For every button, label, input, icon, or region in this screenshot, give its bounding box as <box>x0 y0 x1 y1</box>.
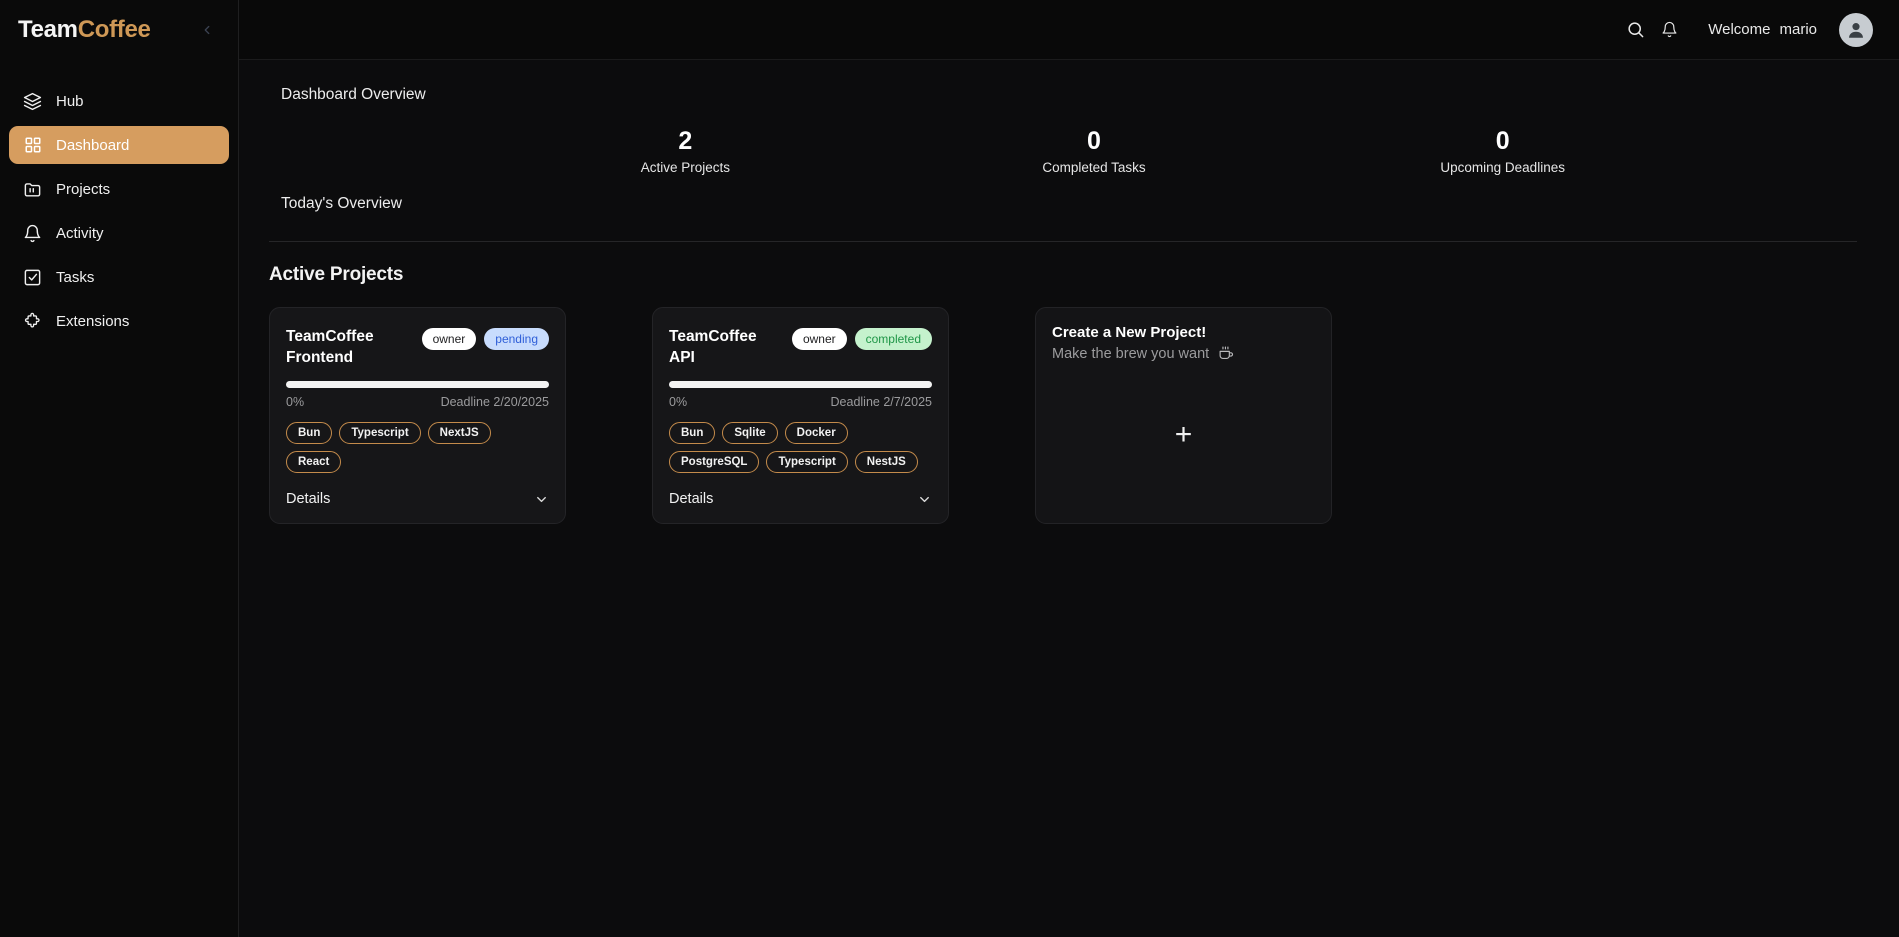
role-badge: owner <box>421 328 477 350</box>
todays-overview-title: Today's Overview <box>281 195 402 212</box>
stat-value: 0 <box>1495 127 1510 155</box>
project-badges: owner pending <box>421 326 549 350</box>
plus-icon: + <box>1174 417 1193 451</box>
bell-icon <box>23 224 42 243</box>
project-cards-container: TeamCoffee Frontend owner pending 0% Dea… <box>269 307 1869 524</box>
progress-bar <box>286 381 549 388</box>
deadline-label: Deadline 2/7/2025 <box>830 395 932 409</box>
sidebar-item-hub[interactable]: Hub <box>9 82 229 120</box>
stat-value: 2 <box>678 127 693 155</box>
stats-row: 2 Active Projects 0 Completed Tasks 0 Up… <box>281 126 1857 175</box>
tech-tag[interactable]: Bun <box>669 422 716 444</box>
progress-percent: 0% <box>669 395 688 409</box>
tech-tags: Bun Typescript NextJS React <box>286 422 549 473</box>
role-badge: owner <box>791 328 847 350</box>
status-badge: pending <box>484 328 549 350</box>
sidebar-item-tasks[interactable]: Tasks <box>9 258 229 296</box>
dashboard-content: Dashboard Overview 2 Active Projects 0 C… <box>239 60 1899 937</box>
sidebar-header: TeamCoffee <box>0 0 238 60</box>
tech-tag[interactable]: Bun <box>286 422 333 444</box>
active-projects-section: Active Projects TeamCoffee Frontend owne… <box>239 242 1899 524</box>
app-root: TeamCoffee Hub Dashboard Projects Activi… <box>0 0 1899 937</box>
add-project-button[interactable]: + <box>1052 362 1315 507</box>
project-card-header: TeamCoffee API owner completed <box>669 326 932 368</box>
overview-block: Dashboard Overview 2 Active Projects 0 C… <box>239 60 1899 213</box>
sidebar-item-label: Activity <box>56 224 104 242</box>
sidebar-item-projects[interactable]: Projects <box>9 170 229 208</box>
chevron-left-icon[interactable] <box>194 17 220 43</box>
create-project-subtitle: Make the brew you want <box>1052 345 1210 362</box>
tech-tag[interactable]: Docker <box>784 422 848 444</box>
chevron-down-icon[interactable] <box>917 492 932 507</box>
details-label: Details <box>286 491 331 507</box>
notification-bell-icon[interactable] <box>1652 13 1686 47</box>
project-title: TeamCoffee Frontend <box>286 328 374 366</box>
grid-icon <box>23 136 42 155</box>
section-title: Active Projects <box>269 264 404 285</box>
details-toggle[interactable]: Details <box>669 491 932 507</box>
status-badge: completed <box>854 328 932 350</box>
sidebar-nav: Hub Dashboard Projects Activity Tasks Ex… <box>0 82 238 340</box>
welcome-label: Welcome <box>1708 21 1771 38</box>
stat-value: 0 <box>1087 127 1101 155</box>
create-project-subtitle-row: Make the brew you want <box>1052 345 1315 362</box>
folder-icon <box>23 180 42 199</box>
create-project-title: Create a New Project! <box>1052 324 1207 341</box>
search-icon[interactable] <box>1618 13 1652 47</box>
sidebar-item-activity[interactable]: Activity <box>9 214 229 252</box>
create-new-project-card[interactable]: Create a New Project! Make the brew you … <box>1035 307 1332 524</box>
progress-info: 0% Deadline 2/7/2025 <box>669 395 932 409</box>
coffee-cup-icon <box>1218 345 1235 362</box>
project-badges: owner completed <box>791 326 932 350</box>
sidebar-item-label: Dashboard <box>56 136 130 154</box>
tech-tag[interactable]: PostgreSQL <box>669 451 760 473</box>
main-area: Welcome mario Dashboard Overview 2 Activ… <box>239 0 1899 937</box>
tech-tag[interactable]: NestJS <box>854 451 918 473</box>
logo-text-primary: Team <box>18 16 78 43</box>
stat-label: Upcoming Deadlines <box>1440 160 1565 175</box>
stat-label: Active Projects <box>640 160 730 175</box>
project-title: TeamCoffee API <box>669 328 757 366</box>
welcome-text: Welcome mario <box>1708 21 1817 38</box>
layers-icon <box>23 92 42 111</box>
sidebar-item-label: Extensions <box>56 312 130 330</box>
top-header: Welcome mario <box>239 0 1899 60</box>
page-title: Dashboard Overview <box>281 86 426 103</box>
project-card[interactable]: TeamCoffee API owner completed 0% Deadli… <box>652 307 949 524</box>
tech-tag[interactable]: Typescript <box>339 422 421 444</box>
stat-active-projects: 2 Active Projects <box>481 126 890 175</box>
puzzle-icon <box>23 312 42 331</box>
sidebar-item-dashboard[interactable]: Dashboard <box>9 126 229 164</box>
project-card[interactable]: TeamCoffee Frontend owner pending 0% Dea… <box>269 307 566 524</box>
sidebar-item-label: Hub <box>56 92 84 110</box>
chevron-down-icon[interactable] <box>534 492 549 507</box>
sidebar-item-label: Projects <box>56 180 111 198</box>
tech-tag[interactable]: Typescript <box>766 451 848 473</box>
progress-percent: 0% <box>286 395 305 409</box>
app-logo: TeamCoffee <box>18 16 151 44</box>
project-card-header: TeamCoffee Frontend owner pending <box>286 326 549 368</box>
progress-info: 0% Deadline 2/20/2025 <box>286 395 549 409</box>
details-label: Details <box>669 491 714 507</box>
stat-label: Completed Tasks <box>1042 160 1146 175</box>
logo-text-accent: Coffee <box>77 16 151 43</box>
deadline-label: Deadline 2/20/2025 <box>440 395 549 409</box>
tech-tag[interactable]: Sqlite <box>722 422 778 444</box>
tech-tag[interactable]: NextJS <box>427 422 491 444</box>
check-square-icon <box>23 268 42 287</box>
sidebar: TeamCoffee Hub Dashboard Projects Activi… <box>0 0 239 937</box>
sidebar-item-extensions[interactable]: Extensions <box>9 302 229 340</box>
progress-bar <box>669 381 932 388</box>
tech-tags: Bun Sqlite Docker PostgreSQL Typescript … <box>669 422 932 473</box>
stat-completed-tasks: 0 Completed Tasks <box>890 126 1299 175</box>
avatar[interactable] <box>1839 12 1873 47</box>
stat-upcoming-deadlines: 0 Upcoming Deadlines <box>1298 126 1707 175</box>
sidebar-item-label: Tasks <box>56 268 95 286</box>
details-toggle[interactable]: Details <box>286 491 549 507</box>
username-label: mario <box>1779 21 1817 38</box>
tech-tag[interactable]: React <box>286 451 342 473</box>
